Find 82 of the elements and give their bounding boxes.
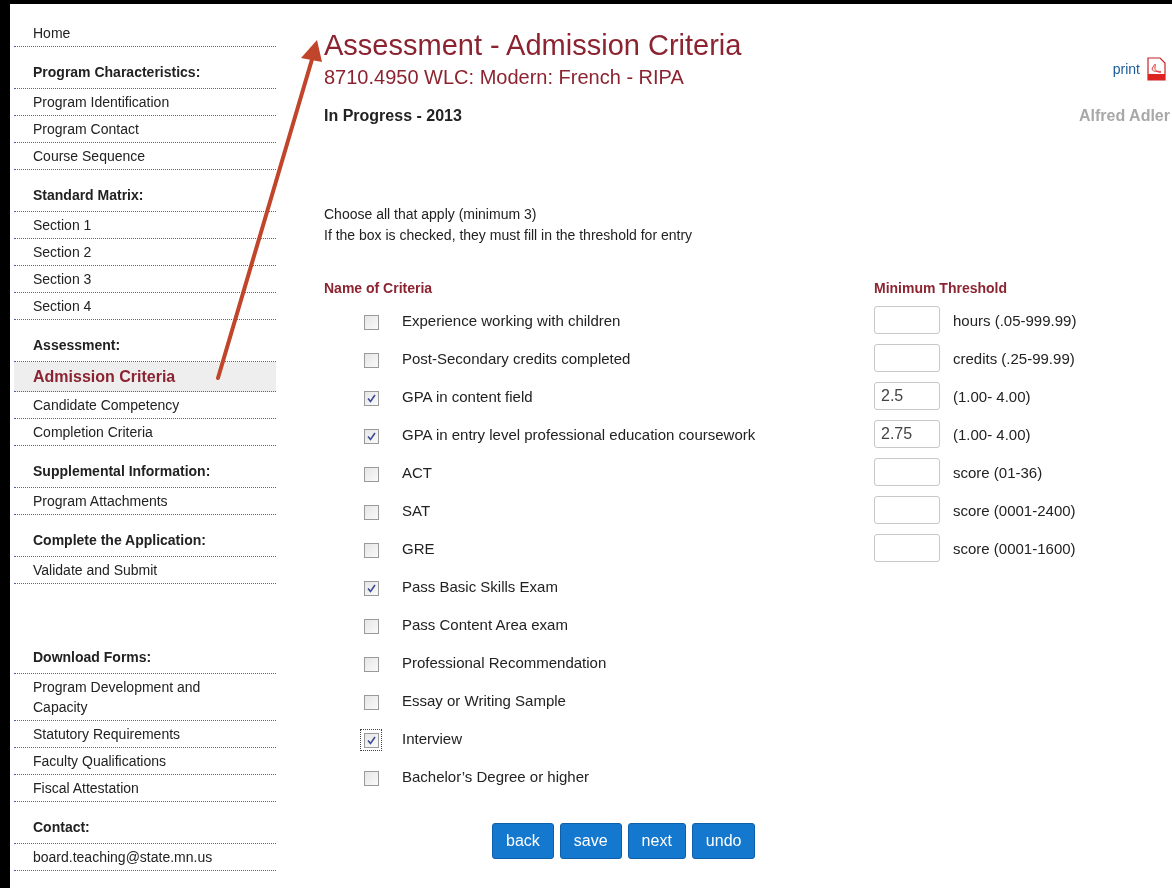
checkbox[interactable] [363,656,379,672]
threshold-hint: score (0001-1600) [953,539,1076,559]
page-title: Assessment - Admission Criteria [324,28,743,62]
column-heading: Minimum Threshold [874,280,1007,296]
column-heading: Name of Criteria [324,280,433,296]
checkbox[interactable] [363,352,379,368]
threshold-input[interactable] [874,344,940,372]
checkbox[interactable] [363,428,379,444]
sidebar-link[interactable]: Program Identification [14,89,276,116]
threshold-input[interactable] [874,306,940,334]
criterion-label: Experience working with children [402,312,621,329]
criterion-label: Pass Basic Skills Exam [402,578,558,595]
sidebar-link[interactable]: Section 3 [14,266,276,293]
criterion-label: Pass Content Area exam [402,616,568,633]
sidebar-link[interactable]: Faculty Qualifications [14,748,276,775]
criterion-label: Interview [402,730,463,747]
instruction-text: If the box is checked, they must fill in the threshold for entry [324,226,694,245]
program-subtitle: 8710.4950 WLC: Modern: French - RIPA [324,65,684,90]
sidebar-link[interactable]: Validate and Submit [14,557,276,584]
sidebar-link[interactable]: Admission Criteria [14,362,276,392]
criterion-label: Professional Recommendation [402,654,607,671]
criterion-label: Bachelor’s Degree or higher [402,768,590,785]
pdf-icon [1146,57,1166,81]
threshold-hint: hours (.05-999.99) [953,311,1077,331]
sidebar-heading: Supplemental Information: [14,446,276,488]
checkbox[interactable] [363,618,379,634]
sidebar-heading: Complete the Application: [14,515,276,557]
sidebar-link[interactable]: Candidate Competency [14,392,276,419]
sidebar-link[interactable]: Fiscal Attestation [14,775,276,802]
checkbox[interactable] [363,542,379,558]
criterion-label: GPA in content field [402,388,533,405]
threshold-hint: score (01-36) [953,463,1043,483]
sidebar-heading: Program Characteristics: [14,47,276,89]
sidebar-link[interactable]: Statutory Requirements [14,721,276,748]
sidebar-link[interactable]: Section 4 [14,293,276,320]
threshold-hint: score (0001-2400) [953,501,1076,521]
sidebar-link[interactable]: Program Contact [14,116,276,143]
user-name: Alfred Adler [1079,106,1170,126]
form-button[interactable]: back [492,823,554,859]
checkbox[interactable] [363,580,379,596]
criterion-label: ACT [402,464,432,481]
print-link[interactable]: print [1112,58,1140,80]
status-label: In Progress - 2013 [324,106,462,126]
checkbox[interactable] [363,314,379,330]
sidebar-heading: Download Forms: [14,632,276,674]
criterion-label: Post-Secondary credits completed [402,350,631,367]
threshold-input[interactable]: 2.5 [874,382,940,410]
checkbox[interactable] [363,770,379,786]
form-button[interactable]: save [559,823,622,859]
criterion-label: SAT [402,502,431,519]
checkbox[interactable] [363,390,379,406]
threshold-hint: (1.00- 4.00) [953,425,1031,445]
checkbox[interactable] [363,694,379,710]
sidebar-link[interactable]: board.teaching@state.mn.us [14,844,276,871]
threshold-input[interactable]: 2.75 [874,420,940,448]
checkmark-icon [366,431,376,441]
checkmark-icon [366,735,376,745]
criterion-label: GPA in entry level professional education coursework [402,426,756,443]
sidebar-link[interactable]: Course Sequence [14,143,276,170]
sidebar-link[interactable]: Home [14,20,276,47]
threshold-input[interactable] [874,534,940,562]
threshold-hint: credits (.25-99.99) [953,349,1075,369]
criterion-label: Essay or Writing Sample [402,692,566,709]
checkbox[interactable] [363,466,379,482]
checkbox[interactable] [363,504,379,520]
sidebar-link[interactable]: Program Attachments [14,488,276,515]
sidebar-link[interactable]: Section 1 [14,212,276,239]
sidebar-link[interactable]: Section 2 [14,239,276,266]
sidebar-link[interactable]: Program Development and Capacity [14,674,276,721]
threshold-input[interactable] [874,496,940,524]
form-button[interactable]: next [627,823,686,859]
instruction-text: Choose all that apply (minimum 3) [324,205,538,224]
threshold-hint: (1.00- 4.00) [953,387,1031,407]
sidebar-link[interactable]: Completion Criteria [14,419,276,446]
threshold-input[interactable] [874,458,940,486]
criterion-label: GRE [402,540,435,557]
form-button[interactable]: undo [691,823,756,859]
checkmark-icon [366,583,376,593]
checkbox[interactable] [363,732,379,748]
sidebar-heading: Standard Matrix: [14,170,276,212]
checkmark-icon [366,393,376,403]
sidebar-heading: Contact: [14,802,276,844]
